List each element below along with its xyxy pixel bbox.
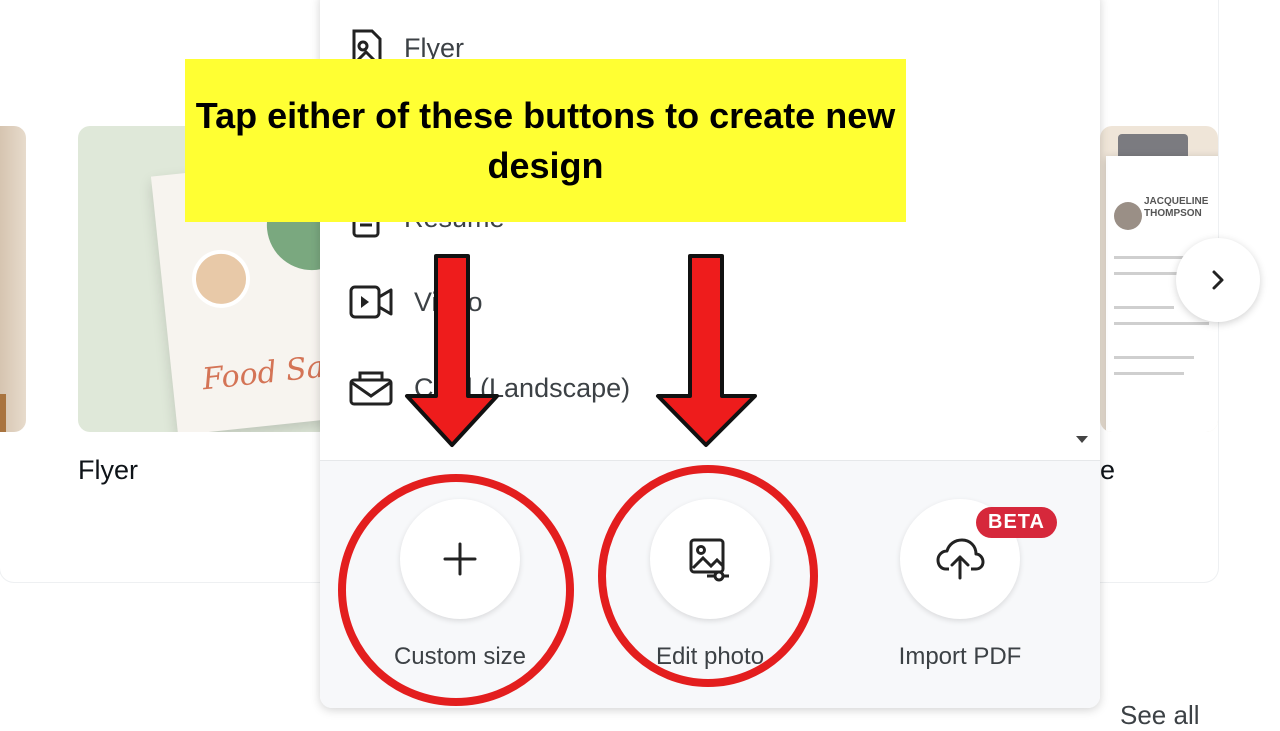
annotation-overlay xyxy=(338,254,818,706)
annotation-circle-edit-photo xyxy=(598,465,818,687)
annotation-arrow-left xyxy=(405,254,499,447)
annotation-arrow-right xyxy=(656,254,757,447)
annotation-circle-custom-size xyxy=(338,474,574,706)
